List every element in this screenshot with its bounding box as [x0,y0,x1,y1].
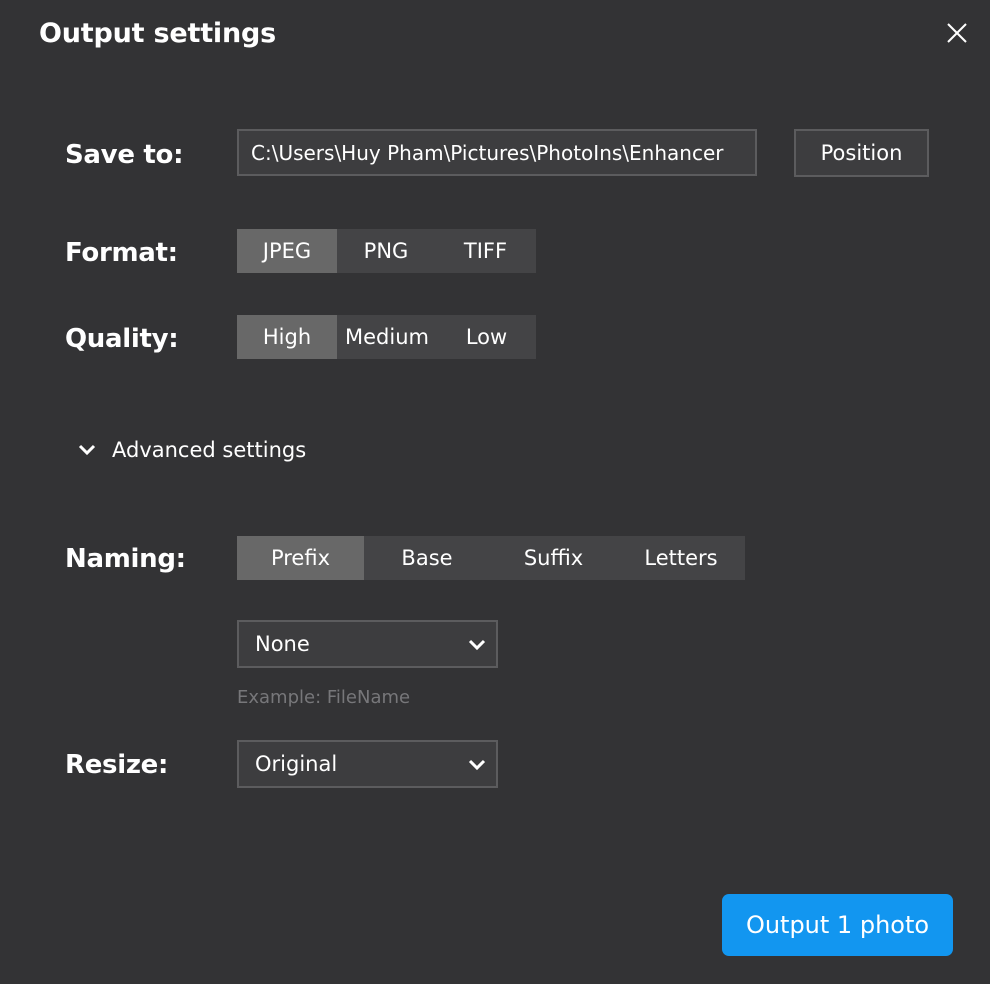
naming-option-letters[interactable]: Letters [617,536,745,580]
quality-option-high[interactable]: High [237,315,337,359]
naming-dropdown[interactable]: None [237,620,498,668]
naming-segmented-control: Prefix Base Suffix Letters [237,536,745,580]
resize-dropdown-value: Original [255,752,338,776]
save-to-label: Save to: [65,140,184,170]
resize-dropdown[interactable]: Original [237,740,498,788]
format-segmented-control: JPEG PNG TIFF [237,229,536,273]
chevron-down-icon [468,639,486,651]
advanced-settings-label: Advanced settings [112,438,307,462]
naming-example-text: Example: FileName [237,687,411,708]
position-button[interactable]: Position [794,129,929,177]
quality-segmented-control: High Medium Low [237,315,536,359]
advanced-settings-toggle[interactable]: Advanced settings [76,438,306,462]
quality-option-low[interactable]: Low [437,315,536,359]
format-option-png[interactable]: PNG [337,229,435,273]
format-label: Format: [65,238,178,268]
format-option-tiff[interactable]: TIFF [435,229,536,273]
quality-label: Quality: [65,324,179,354]
quality-option-medium[interactable]: Medium [337,315,437,359]
close-icon [947,23,967,43]
naming-option-prefix[interactable]: Prefix [237,536,364,580]
naming-option-base[interactable]: Base [364,536,490,580]
chevron-down-icon [78,444,96,456]
resize-label: Resize: [65,750,169,780]
dialog-title: Output settings [39,18,277,49]
save-path-input[interactable] [237,129,757,176]
close-button[interactable] [944,20,970,46]
output-settings-dialog: Output settings Save to: Position Format… [0,0,990,984]
format-option-jpeg[interactable]: JPEG [237,229,337,273]
naming-label: Naming: [65,544,186,574]
output-photo-button[interactable]: Output 1 photo [722,894,953,956]
chevron-down-icon [468,759,486,771]
naming-option-suffix[interactable]: Suffix [490,536,617,580]
naming-dropdown-value: None [255,632,310,656]
